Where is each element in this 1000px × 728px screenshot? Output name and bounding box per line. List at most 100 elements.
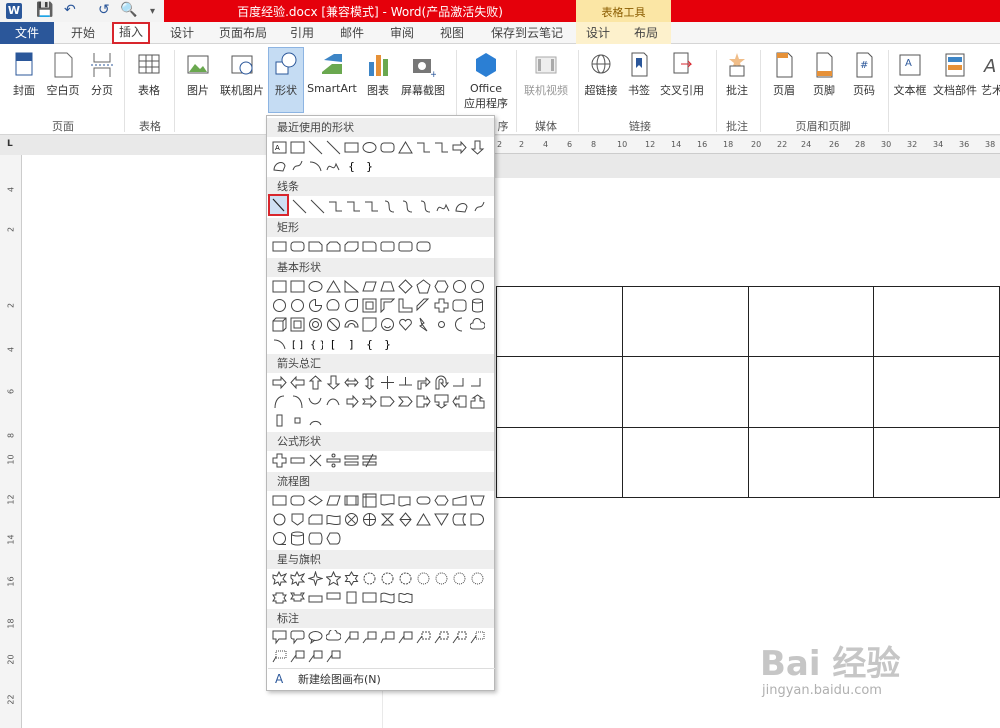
diagonal-stripe-shape-icon[interactable] <box>416 298 431 313</box>
curved-connector-icon[interactable] <box>382 199 397 214</box>
left-right-arrow-callout-shape-icon[interactable] <box>272 413 287 428</box>
flowchart-magnetic-disk-icon[interactable] <box>290 531 305 546</box>
tab-table-layout[interactable]: 布局 <box>626 22 666 44</box>
circular-arrow-shape-icon[interactable] <box>308 413 323 428</box>
star-16-point-icon[interactable] <box>434 571 449 586</box>
flowchart-connector-icon[interactable] <box>272 512 287 527</box>
qat-customize-icon[interactable]: ▾ <box>150 6 155 17</box>
redo-icon[interactable]: ↺ <box>98 2 110 18</box>
left-right-up-arrow-shape-icon[interactable] <box>398 375 413 390</box>
minus-shape-icon[interactable] <box>290 453 305 468</box>
plus-shape-icon[interactable] <box>272 453 287 468</box>
cloud-callout-icon[interactable] <box>326 630 341 645</box>
page-break-button[interactable]: 分页 <box>86 50 118 98</box>
left-up-arrow-shape-icon[interactable] <box>452 375 467 390</box>
division-shape-icon[interactable] <box>326 453 341 468</box>
pentagon-shape-icon[interactable] <box>416 279 431 294</box>
curved-down-arrow-shape-icon[interactable] <box>326 394 341 409</box>
tab-mailings[interactable]: 邮件 <box>332 22 372 44</box>
round-corner-rectangle-icon[interactable] <box>416 239 431 254</box>
quad-arrow-callout-shape-icon[interactable] <box>290 413 305 428</box>
octagon-shape-icon[interactable] <box>470 279 485 294</box>
cross-reference-button[interactable]: 交叉引用 <box>656 50 708 98</box>
vertical-scroll-shape-icon[interactable] <box>344 590 359 605</box>
header-button[interactable]: 页眉 <box>766 50 802 98</box>
vertical-ruler[interactable]: 4 2 2 4 6 8 10 12 14 16 18 20 22 <box>0 155 22 728</box>
flowchart-merge-icon[interactable] <box>434 512 449 527</box>
right-brace-shape-icon[interactable]: } <box>362 158 377 173</box>
elbow-double-arrow-connector-icon[interactable] <box>364 199 379 214</box>
curve-shape-icon[interactable] <box>326 158 341 173</box>
flowchart-internal-storage-icon[interactable] <box>362 493 377 508</box>
elbow-arrow-connector-icon[interactable] <box>434 140 449 155</box>
footer-button[interactable]: 页脚 <box>806 50 842 98</box>
quad-arrow-shape-icon[interactable] <box>380 375 395 390</box>
bent-arrow-shape-icon[interactable] <box>416 375 431 390</box>
u-turn-arrow-shape-icon[interactable] <box>434 375 449 390</box>
screenshot-button[interactable]: + 屏幕截图 <box>396 50 450 98</box>
accent-border-callout-2-icon[interactable] <box>326 649 341 664</box>
picture-button[interactable]: 图片 <box>182 50 214 98</box>
horizontal-ruler[interactable]: 2 2 4 6 8 10 12 14 16 18 20 22 24 26 28 … <box>495 136 1000 154</box>
can-shape-icon[interactable] <box>470 298 485 313</box>
oval-shape-icon[interactable] <box>362 140 377 155</box>
chevron-shape-icon[interactable] <box>398 394 413 409</box>
hexagon-shape-icon[interactable] <box>434 279 449 294</box>
flowchart-delay-icon[interactable] <box>470 512 485 527</box>
line-callout-2-icon[interactable] <box>362 630 377 645</box>
double-bracket-shape-icon[interactable]: [ ] <box>290 336 305 351</box>
freeform-shape-icon[interactable] <box>272 158 287 173</box>
elbow-arrow-connector-icon[interactable] <box>346 199 361 214</box>
up-arrow-callout-shape-icon[interactable] <box>470 394 485 409</box>
tab-file[interactable]: 文件 <box>0 22 54 44</box>
trapezoid-shape-icon[interactable] <box>380 279 395 294</box>
pentagon-arrow-shape-icon[interactable] <box>380 394 395 409</box>
flowchart-sort-icon[interactable] <box>398 512 413 527</box>
down-arrow-shape-icon[interactable] <box>326 375 341 390</box>
flowchart-stored-data-icon[interactable] <box>452 512 467 527</box>
smiley-face-shape-icon[interactable] <box>380 317 395 332</box>
textbox-shape-icon[interactable]: A <box>272 140 287 155</box>
flowchart-multidocument-icon[interactable] <box>398 493 413 508</box>
frame-shape-icon[interactable] <box>362 298 377 313</box>
print-preview-icon[interactable]: 🔍 <box>120 2 137 18</box>
curve-shape-icon[interactable] <box>436 199 451 214</box>
snip-corner-rectangle-icon[interactable] <box>344 239 359 254</box>
rounded-rectangular-callout-icon[interactable] <box>290 630 305 645</box>
flowchart-alternate-process-icon[interactable] <box>290 493 305 508</box>
snip-corner-rectangle-icon[interactable] <box>326 239 341 254</box>
tab-stop-selector-icon[interactable]: L <box>7 139 13 149</box>
double-brace-shape-icon[interactable]: { } <box>308 336 323 351</box>
textbox-shape-icon[interactable] <box>272 279 287 294</box>
moon-shape-icon[interactable] <box>452 317 467 332</box>
flowchart-manual-input-icon[interactable] <box>452 493 467 508</box>
star-4-point-icon[interactable] <box>308 571 323 586</box>
page-number-button[interactable]: # 页码 <box>846 50 882 98</box>
border-callout-icon[interactable] <box>470 630 485 645</box>
accent-callout-icon[interactable] <box>416 630 431 645</box>
line-callout-3-icon[interactable] <box>380 630 395 645</box>
bevel-shape-icon[interactable] <box>290 317 305 332</box>
rounded-rectangle-shape-icon[interactable] <box>380 140 395 155</box>
smartart-button[interactable]: SmartArt <box>306 50 358 95</box>
flowchart-terminator-icon[interactable] <box>416 493 431 508</box>
line-callout-icon[interactable] <box>344 630 359 645</box>
table-cell[interactable] <box>621 356 749 428</box>
star-10-point-icon[interactable] <box>398 571 413 586</box>
right-arrow-callout-shape-icon[interactable] <box>416 394 431 409</box>
no-symbol-shape-icon[interactable] <box>326 317 341 332</box>
table-cell[interactable] <box>621 285 749 358</box>
star-5-point-icon[interactable] <box>326 571 341 586</box>
wave-shape-icon[interactable] <box>380 590 395 605</box>
pie-shape-icon[interactable] <box>308 298 323 313</box>
left-arrow-callout-shape-icon[interactable] <box>452 394 467 409</box>
rectangle-shape-icon[interactable] <box>344 140 359 155</box>
flowchart-display-icon[interactable] <box>326 531 341 546</box>
block-arc-shape-icon[interactable] <box>344 317 359 332</box>
left-brace-shape-icon[interactable]: { <box>344 158 359 173</box>
blank-page-button[interactable]: 空白页 <box>44 50 82 98</box>
oval-callout-icon[interactable] <box>308 630 323 645</box>
shapes-button[interactable]: 形状 <box>270 50 302 98</box>
table-cell[interactable] <box>747 426 875 499</box>
curved-up-arrow-shape-icon[interactable] <box>308 394 323 409</box>
